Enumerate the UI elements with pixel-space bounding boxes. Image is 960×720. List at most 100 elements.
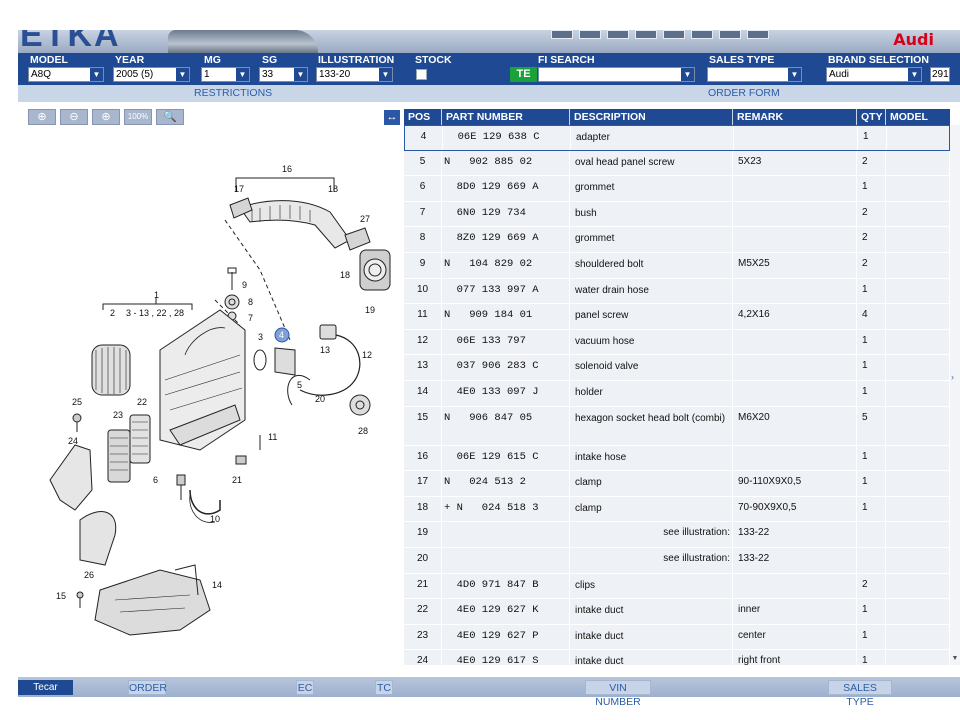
row-part-number: 037 906 283 C	[442, 355, 570, 380]
mg-label: MG	[204, 54, 221, 66]
restrictions-link[interactable]: RESTRICTIONS	[194, 87, 272, 99]
row-model	[886, 150, 950, 176]
brand-select[interactable]: Audi ▼	[826, 67, 922, 82]
row-pos: 10	[404, 278, 442, 304]
toolbar-button-calc[interactable]	[607, 30, 629, 39]
row-remark: 5X23	[733, 150, 857, 176]
toolbar-button-edit[interactable]	[579, 30, 601, 39]
forum-button[interactable]: Tecar Forum	[18, 680, 73, 708]
table-row[interactable]: 4 06E 129 638 Cadapter 1	[404, 125, 950, 151]
expand-icon: ↔	[386, 111, 398, 123]
row-pos: 12	[404, 329, 442, 355]
row-qty: 1	[857, 176, 886, 201]
callout-21: 21	[232, 475, 242, 485]
callout-17: 17	[234, 184, 244, 194]
row-pos: 7	[404, 201, 442, 227]
toolbar-button-back[interactable]	[719, 30, 741, 39]
table-row[interactable]: 22 4E0 129 627 Kintake duct inner 1	[404, 599, 950, 625]
chevron-down-icon: ▼	[294, 68, 307, 81]
callout-18: 18	[328, 184, 338, 194]
illustration-label: ILLUSTRATION	[318, 54, 395, 66]
row-qty: 1	[857, 329, 886, 355]
table-row[interactable]: 10 077 133 997 Awater drain hose 1	[404, 278, 950, 305]
table-row[interactable]: 16 06E 129 615 Cintake hose 1	[404, 445, 950, 472]
toolbar-button-forward[interactable]	[747, 30, 769, 39]
row-description: intake duct	[570, 624, 733, 650]
sg-select[interactable]: 33 ▼	[259, 67, 308, 82]
mg-select[interactable]: 1 ▼	[201, 67, 250, 82]
row-remark	[733, 355, 857, 380]
order-form-link[interactable]: ORDER FORM	[708, 87, 780, 99]
col-remark[interactable]: REMARK	[733, 109, 857, 125]
tc-button[interactable]: TC	[375, 680, 393, 695]
scroll-right-icon[interactable]: ›	[951, 372, 954, 382]
row-model	[886, 381, 950, 406]
table-row[interactable]: 9N 104 829 02 shouldered bolt M5X25 2	[404, 253, 950, 279]
table-row[interactable]: 8 8Z0 129 669 Agrommet 2	[404, 227, 950, 253]
table-row[interactable]: 7 6N0 129 734 bush 2	[404, 201, 950, 228]
table-row[interactable]: 20 see illustration: 133-22	[404, 548, 950, 574]
vertical-scrollbar[interactable]: ▼	[950, 125, 960, 665]
mg-value: 1	[204, 69, 210, 80]
row-part-number: 4E0 129 627 K	[442, 599, 570, 624]
scroll-down-icon[interactable]: ▼	[950, 655, 960, 665]
brand-count-field[interactable]: 291	[930, 67, 950, 82]
row-remark	[733, 329, 857, 355]
toolbar-button-list[interactable]	[663, 30, 685, 39]
search-icon: 🔍	[163, 111, 177, 123]
table-row[interactable]: 19 see illustration: 133-22	[404, 522, 950, 548]
table-row[interactable]: 6 8D0 129 669 Agrommet 1	[404, 176, 950, 202]
col-description[interactable]: DESCRIPTION	[570, 109, 733, 125]
te-badge[interactable]: TE	[510, 67, 537, 82]
row-description: holder	[570, 381, 733, 406]
header-banner: ETKA Audi	[18, 30, 960, 53]
fi-search-select[interactable]: ▼	[538, 67, 695, 82]
row-part-number: N 104 829 02	[442, 253, 570, 278]
row-pos: 17	[404, 471, 442, 496]
sales-type-select[interactable]: ▼	[707, 67, 802, 82]
callout-11: 11	[268, 432, 277, 442]
table-row[interactable]: 17 N 024 513 2 clamp 90-110X9X0,5 1	[404, 471, 950, 497]
parts-illustration[interactable]: 16 17 18 27 18 19 9 8 7 1 2 3 - 13 , 22 …	[20, 150, 400, 650]
app-logo: ETKA	[20, 30, 121, 53]
year-select[interactable]: 2005 (5) ▼	[113, 67, 190, 82]
table-row[interactable]: 14 4E0 133 097 Jholder 1	[404, 381, 950, 407]
stock-checkbox[interactable]	[416, 69, 427, 80]
callout-3-13-22-28: 3 - 13 , 22 , 28	[126, 308, 184, 318]
table-row[interactable]: 11 N 909 184 01 panel screw 4,2X16 4	[404, 304, 950, 330]
table-row[interactable]: 15 N 906 847 05 hexagon socket head bolt (…	[404, 406, 950, 446]
ec-button[interactable]: EC	[296, 680, 314, 695]
toolbar-button-export[interactable]	[691, 30, 713, 39]
table-row[interactable]: 13 037 906 283 Csolenoid valve 1	[404, 355, 950, 381]
toolbar-button-view[interactable]	[635, 30, 657, 39]
chevron-down-icon: ▼	[788, 68, 801, 81]
table-row[interactable]: 24 4E0 129 617 Sintake duct right front 1	[404, 650, 950, 665]
col-qty[interactable]: QTY	[857, 109, 886, 125]
table-row[interactable]: 21 4D0 971 847 Bclips 2	[404, 573, 950, 600]
row-qty: 1	[857, 381, 886, 406]
col-pos[interactable]: POS	[404, 109, 442, 125]
zoom-area-button[interactable]: ⊕	[92, 109, 120, 125]
row-model	[886, 471, 950, 496]
sales-type-button[interactable]: SALES TYPE	[828, 680, 892, 708]
callout-12: 12	[362, 350, 372, 360]
table-row[interactable]: 23 4E0 129 627 Pintake duct center 1	[404, 624, 950, 651]
zoom-out-button[interactable]: ⊖	[60, 109, 88, 125]
table-row[interactable]: 12 06E 133 797 vacuum hose 1	[404, 329, 950, 356]
col-model[interactable]: MODEL	[886, 109, 950, 125]
zoom-in-icon: ⊕	[37, 111, 47, 123]
zoom-in-button[interactable]: ⊕	[28, 109, 56, 125]
zoom-100-button[interactable]: 100%	[124, 109, 152, 125]
expand-button[interactable]: ↔	[384, 110, 400, 125]
table-row[interactable]: 18 + N 024 518 3 clamp 70-90X9X0,5 1	[404, 496, 950, 523]
col-part-number[interactable]: PART NUMBER	[442, 109, 570, 125]
table-row[interactable]: 5N 902 885 02 oval head panel screw 5X23 2	[404, 150, 950, 177]
illustration-select[interactable]: 133-20 ▼	[316, 67, 393, 82]
vin-number-button[interactable]: VIN NUMBER	[585, 680, 651, 708]
search-button[interactable]: 🔍	[156, 109, 184, 125]
model-select[interactable]: A8Q ▼	[28, 67, 104, 82]
see-illustration-label: see illustration:	[663, 527, 730, 539]
toolbar-button-print[interactable]	[551, 30, 573, 39]
row-pos: 22	[404, 599, 442, 624]
order-button[interactable]: ORDER	[128, 680, 167, 695]
